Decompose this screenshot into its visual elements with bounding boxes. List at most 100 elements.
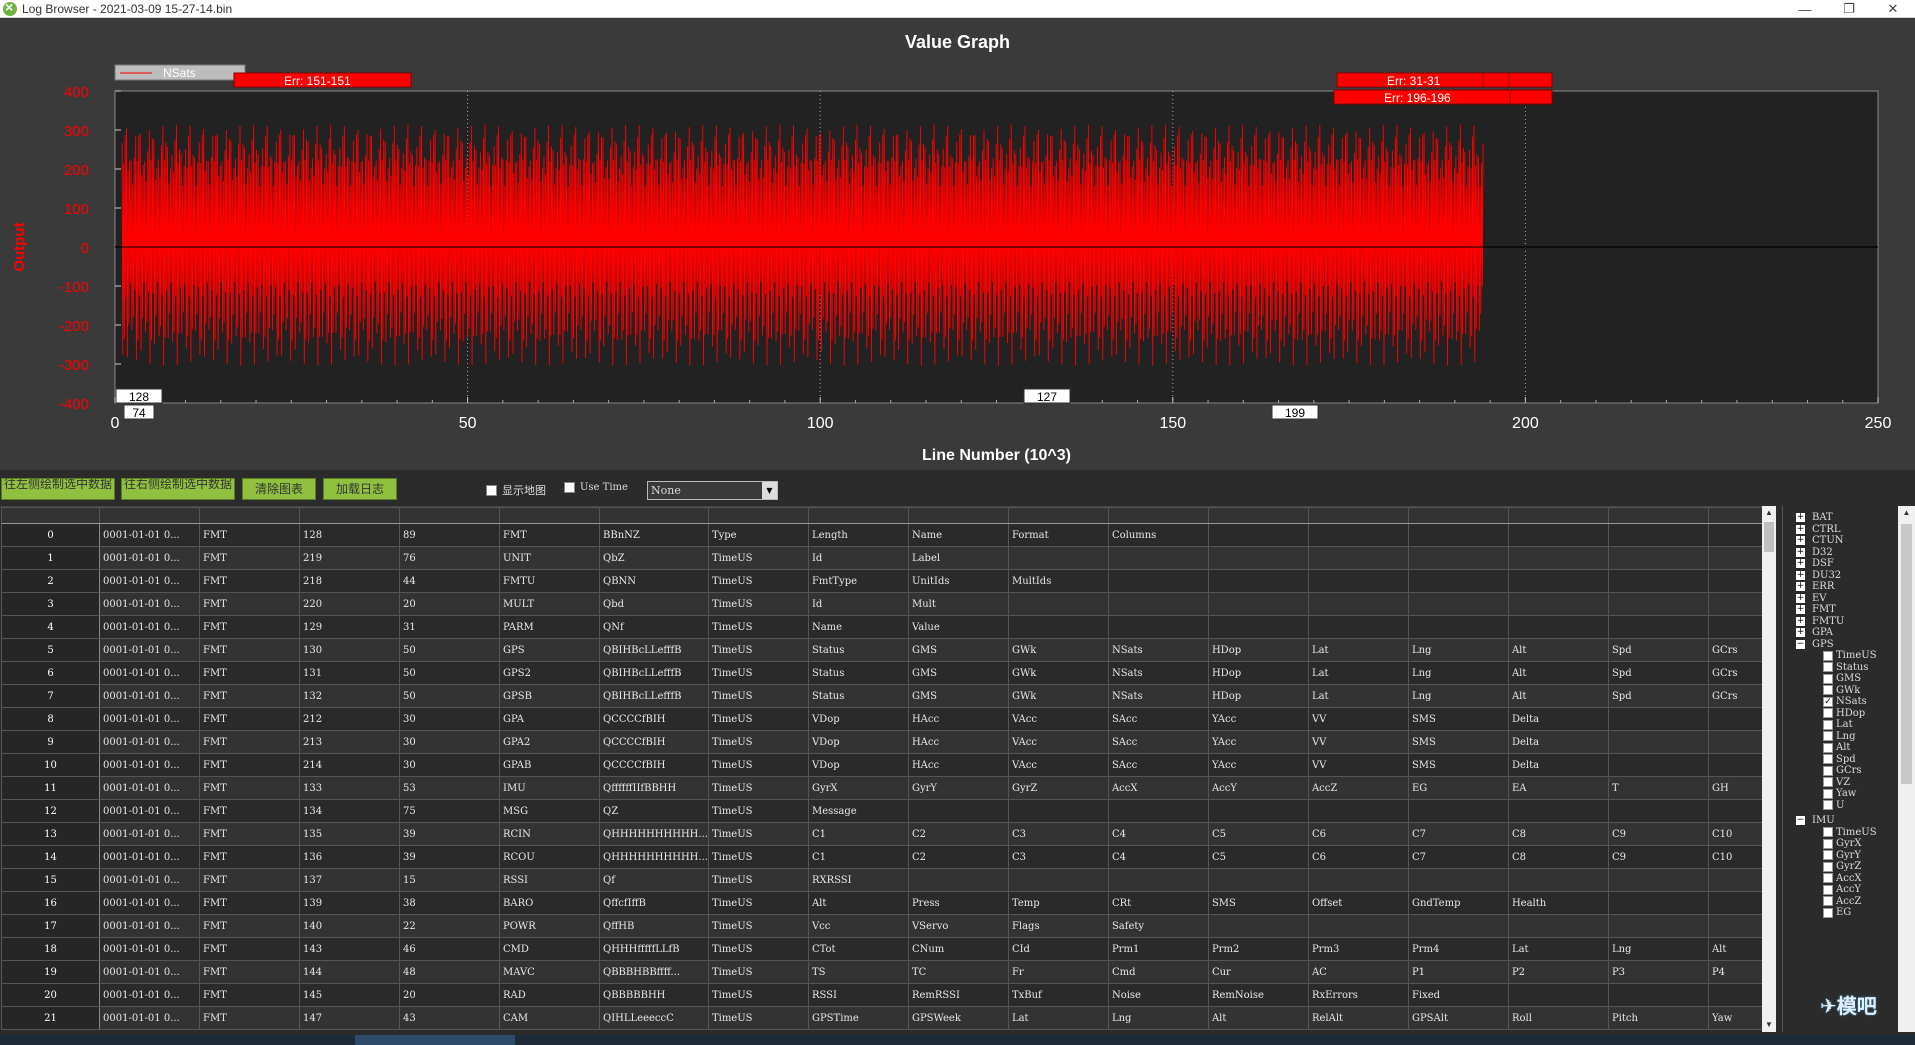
table-cell[interactable] — [1007, 592, 1109, 616]
table-cell[interactable]: QbZ — [599, 546, 709, 570]
table-cell[interactable]: C4 — [1107, 822, 1209, 846]
table-cell[interactable]: UnitIds — [907, 569, 1009, 593]
table-cell[interactable]: SMS — [1407, 707, 1509, 731]
expand-icon[interactable]: + — [1796, 513, 1805, 522]
table-cell[interactable]: QNf — [599, 615, 709, 639]
scroll-up-icon[interactable]: ▲ — [1762, 506, 1776, 520]
table-cell[interactable]: TimeUS — [707, 661, 809, 685]
expand-icon[interactable]: + — [1796, 628, 1805, 637]
table-cell[interactable]: QIHLLeeeccC — [599, 1006, 709, 1030]
table-cell[interactable]: 130 — [299, 638, 400, 662]
table-cell[interactable]: SMS — [1407, 730, 1509, 754]
table-cell[interactable]: TimeUS — [707, 753, 809, 777]
table-cell[interactable]: GWk — [1007, 638, 1109, 662]
table-cell[interactable]: RelAlt — [1307, 1006, 1409, 1030]
table-cell[interactable] — [1307, 868, 1409, 892]
table-cell[interactable]: Qf — [599, 868, 709, 892]
table-cell[interactable]: C4 — [1107, 845, 1209, 869]
table-cell[interactable] — [1507, 592, 1609, 616]
table-cell[interactable]: TimeUS — [707, 891, 809, 915]
table-cell[interactable]: Status — [807, 638, 909, 662]
checkbox-icon[interactable] — [1823, 765, 1833, 776]
expand-icon[interactable]: + — [1796, 559, 1805, 568]
table-cell[interactable]: Cmd — [1107, 960, 1209, 984]
table-cell[interactable]: GPAB — [499, 753, 600, 777]
table-cell[interactable]: 30 — [399, 707, 500, 731]
table-cell[interactable]: TimeUS — [707, 569, 809, 593]
table-cell[interactable]: 39 — [399, 822, 500, 846]
table-cell[interactable] — [1707, 546, 1769, 570]
table-cell[interactable]: VDop — [807, 707, 909, 731]
table-cell[interactable]: TimeUS — [707, 914, 809, 938]
tree-field[interactable]: EG — [1823, 906, 1851, 919]
table-cell[interactable]: 134 — [299, 799, 400, 823]
table-row[interactable]: 21 0001-01-01 0... FMT 147 43 CAM QIHLLeeeccC T… — [1, 1006, 1769, 1030]
message-tree[interactable]: + BAT + CTRL + CTUN + D32 + DSF + DU32 + ERR + EV + FMT + F… — [1782, 506, 1915, 1032]
table-cell[interactable]: Prm2 — [1207, 937, 1309, 961]
expand-icon[interactable]: + — [1796, 547, 1805, 557]
table-cell[interactable]: GPSWeek — [907, 1006, 1009, 1030]
table-cell[interactable]: GPSTime — [807, 1006, 909, 1030]
table-cell[interactable]: CTot — [807, 937, 909, 961]
table-cell[interactable]: 0001-01-01 0... — [99, 615, 200, 639]
table-cell[interactable]: TimeUS — [707, 730, 809, 754]
table-cell[interactable] — [1207, 569, 1309, 593]
table-cell[interactable]: Lat — [1507, 937, 1609, 961]
column-header[interactable] — [499, 507, 600, 524]
table-cell[interactable]: Pitch — [1607, 1006, 1709, 1030]
table-cell[interactable]: GMS — [907, 684, 1009, 708]
column-header[interactable] — [1007, 507, 1109, 524]
value-graph-panel[interactable]: 0 50 100 150 200 250 400 300 200 100 0 -100 -200 -300… — [0, 18, 1915, 470]
table-cell[interactable]: GyrX — [807, 776, 909, 800]
table-cell[interactable]: GPA2 — [499, 730, 600, 754]
table-cell[interactable] — [1607, 799, 1709, 823]
table-row[interactable]: 13 0001-01-01 0... FMT 135 39 RCIN QHHHHHHHHHH… — [1, 822, 1769, 846]
table-cell[interactable]: Columns — [1107, 523, 1209, 547]
table-cell[interactable]: 145 — [299, 983, 400, 1007]
table-cell[interactable]: FMT — [199, 730, 300, 754]
collapse-icon[interactable]: − — [1796, 816, 1805, 825]
table-cell[interactable] — [1607, 753, 1709, 777]
table-cell[interactable]: FMT — [199, 546, 300, 570]
table-cell[interactable]: Lat — [1307, 638, 1409, 662]
table-cell[interactable]: FmtType — [807, 569, 909, 593]
table-cell[interactable] — [1607, 707, 1709, 731]
table-cell[interactable]: C8 — [1507, 845, 1609, 869]
table-cell[interactable]: 39 — [399, 845, 500, 869]
table-cell[interactable]: VDop — [807, 730, 909, 754]
use-time-checkbox[interactable]: Use Time — [564, 482, 628, 493]
expand-icon[interactable]: + — [1796, 524, 1805, 534]
table-cell[interactable]: TimeUS — [707, 868, 809, 892]
table-cell[interactable] — [1207, 914, 1309, 938]
table-cell[interactable] — [1307, 615, 1409, 639]
table-cell[interactable]: Qbd — [599, 592, 709, 616]
row-index-cell[interactable]: 1 — [1, 546, 100, 570]
table-cell[interactable]: Press — [907, 891, 1009, 915]
row-index-cell[interactable]: 6 — [1, 661, 100, 685]
tree-field[interactable]: U — [1823, 799, 1844, 812]
table-cell[interactable]: TimeUS — [707, 845, 809, 869]
table-cell[interactable]: 0001-01-01 0... — [99, 937, 200, 961]
table-cell[interactable]: BBnNZ — [599, 523, 709, 547]
table-cell[interactable] — [1707, 707, 1769, 731]
table-cell[interactable]: FMT — [199, 799, 300, 823]
row-index-cell[interactable]: 2 — [1, 569, 100, 593]
table-cell[interactable]: RAD — [499, 983, 600, 1007]
row-index-cell[interactable]: 17 — [1, 914, 100, 938]
table-cell[interactable]: TimeUS — [707, 799, 809, 823]
table-cell[interactable]: GCrs — [1707, 684, 1769, 708]
table-cell[interactable]: 143 — [299, 937, 400, 961]
table-cell[interactable]: Lat — [1307, 684, 1409, 708]
table-cell[interactable] — [1207, 799, 1309, 823]
table-cell[interactable]: 20 — [399, 592, 500, 616]
plot-left-button[interactable]: 往左侧绘制选中数据 — [1, 478, 115, 500]
table-cell[interactable]: FMT — [199, 891, 300, 915]
checkbox-icon[interactable] — [1823, 708, 1833, 718]
table-cell[interactable] — [1707, 914, 1769, 938]
table-cell[interactable]: 0001-01-01 0... — [99, 891, 200, 915]
table-cell[interactable]: TimeUS — [707, 776, 809, 800]
column-header[interactable] — [1107, 507, 1209, 524]
table-cell[interactable] — [1707, 523, 1769, 547]
checkbox-icon[interactable] — [1823, 650, 1833, 661]
table-cell[interactable]: Type — [707, 523, 809, 547]
